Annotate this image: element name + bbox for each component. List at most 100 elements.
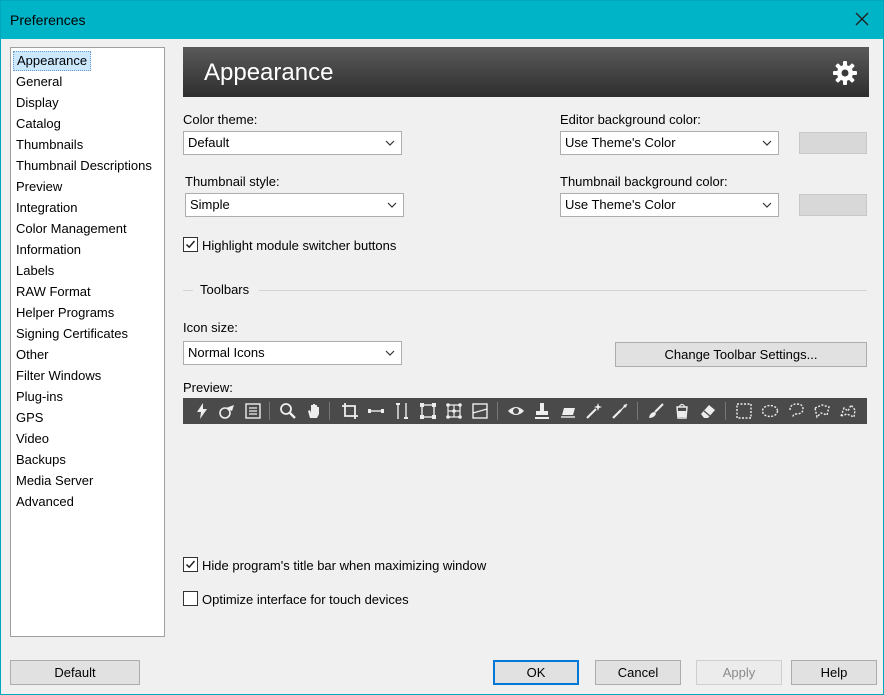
editor-bg-select[interactable]: Use Theme's Color: [560, 131, 779, 155]
close-icon[interactable]: [853, 10, 871, 28]
sidebar-item-color-management[interactable]: Color Management: [13, 219, 130, 239]
hand-icon: [308, 404, 319, 418]
toolbars-section-title: Toolbars: [200, 282, 250, 297]
eye-icon: [508, 407, 524, 415]
sidebar-item-labels[interactable]: Labels: [13, 261, 57, 281]
ok-button[interactable]: OK: [493, 660, 579, 685]
chevron-down-icon: [762, 202, 772, 208]
sidebar-item-media-server[interactable]: Media Server: [13, 471, 96, 491]
sidebar-item-thumbnails[interactable]: Thumbnails: [13, 135, 86, 155]
sidebar-item-filter-windows[interactable]: Filter Windows: [13, 366, 104, 386]
section-header: Appearance: [183, 47, 869, 97]
highlight-label: Highlight module switcher buttons: [202, 238, 397, 253]
sidebar-item-other[interactable]: Other: [13, 345, 52, 365]
sidebar-item-appearance[interactable]: Appearance: [13, 51, 92, 71]
hide-titlebar-label: Hide program's title bar when maximizing…: [202, 558, 487, 573]
sidebar-item-general[interactable]: General: [13, 72, 65, 92]
section-divider: [259, 290, 867, 291]
chevron-down-icon: [762, 140, 772, 146]
sidebar-item-gps[interactable]: GPS: [13, 408, 46, 428]
thumb-style-value: Simple: [190, 197, 230, 212]
icon-size-select[interactable]: Normal Icons: [183, 341, 402, 365]
zoom-icon: [280, 403, 296, 419]
grid-icon: [245, 403, 261, 419]
magnetic-lasso-icon: [839, 403, 856, 419]
stamp-icon: [219, 405, 234, 419]
icon-size-label: Icon size:: [183, 320, 238, 335]
chevron-down-icon: [385, 140, 395, 146]
thumb-style-label: Thumbnail style:: [185, 174, 280, 189]
gradient-icon: [472, 403, 488, 419]
sidebar-item-thumbnail-descriptions[interactable]: Thumbnail Descriptions: [13, 156, 155, 176]
straighten-icon: [368, 409, 384, 413]
color-theme-value: Default: [188, 135, 230, 150]
eraser-bar-icon: [561, 408, 575, 418]
thumb-bg-color-swatch[interactable]: [799, 194, 867, 216]
sidebar-item-display[interactable]: Display: [13, 93, 62, 113]
window-title: Preferences: [10, 12, 86, 28]
brush-icon: [649, 403, 664, 418]
sidebar-item-catalog[interactable]: Catalog: [13, 114, 64, 134]
editor-bg-label: Editor background color:: [560, 112, 701, 127]
bucket-icon: [676, 403, 688, 419]
rect-transform-icon: [420, 403, 436, 419]
color-theme-select[interactable]: Default: [183, 131, 402, 155]
touch-devices-checkbox[interactable]: [183, 591, 198, 606]
change-toolbar-settings-button[interactable]: Change Toolbar Settings...: [615, 342, 867, 367]
lightning-icon: [197, 403, 207, 419]
apply-button[interactable]: Apply: [696, 660, 782, 685]
sidebar-item-advanced[interactable]: Advanced: [13, 492, 77, 512]
preview-label: Preview:: [183, 380, 233, 395]
thumb-bg-value: Use Theme's Color: [565, 197, 676, 212]
eraser-icon: [701, 405, 715, 418]
touch-devices-label: Optimize interface for touch devices: [202, 592, 409, 607]
toolbar-preview: [183, 398, 867, 424]
toolbar-separator: [725, 402, 726, 420]
sidebar-item-plug-ins[interactable]: Plug-ins: [13, 387, 66, 407]
checkmark-icon: [185, 560, 196, 569]
default-button[interactable]: Default: [10, 660, 140, 685]
category-list[interactable]: Appearance General Display Catalog Thumbnail…: [10, 47, 165, 637]
sidebar-item-signing-certificates[interactable]: Signing Certificates: [13, 324, 131, 344]
rect-select-icon: [736, 403, 752, 419]
icon-size-value: Normal Icons: [188, 345, 265, 360]
thumb-bg-label: Thumbnail background color:: [560, 174, 728, 189]
vertical-icon: [396, 403, 408, 419]
brush-spot-icon: [612, 403, 628, 419]
ellipse-select-icon: [761, 404, 779, 418]
sidebar-item-information[interactable]: Information: [13, 240, 84, 260]
sidebar-item-raw-format[interactable]: RAW Format: [13, 282, 94, 302]
chevron-down-icon: [387, 202, 397, 208]
sidebar-item-preview[interactable]: Preview: [13, 177, 65, 197]
highlight-checkbox[interactable]: [183, 237, 198, 252]
chevron-down-icon: [385, 350, 395, 356]
magic-wand-icon: [586, 403, 602, 419]
help-button[interactable]: Help: [791, 660, 877, 685]
cancel-button[interactable]: Cancel: [595, 660, 681, 685]
section-divider: [183, 290, 193, 291]
checkmark-icon: [185, 240, 196, 249]
toolbar-separator: [269, 402, 270, 420]
crop-icon: [342, 403, 358, 419]
section-title: Appearance: [204, 59, 334, 86]
editor-bg-color-swatch[interactable]: [799, 132, 867, 154]
thumb-style-select[interactable]: Simple: [185, 193, 404, 217]
clone-stamp-icon: [535, 403, 549, 419]
poly-lasso-icon: [814, 404, 830, 419]
editor-bg-value: Use Theme's Color: [565, 135, 676, 150]
preferences-window: Preferences Appearance General Display Cata…: [0, 0, 884, 695]
toolbar-separator: [329, 402, 330, 420]
sidebar-item-backups[interactable]: Backups: [13, 450, 69, 470]
toolbar-separator: [497, 402, 498, 420]
hide-titlebar-checkbox[interactable]: [183, 557, 198, 572]
thumb-bg-select[interactable]: Use Theme's Color: [560, 193, 779, 217]
sidebar-item-helper-programs[interactable]: Helper Programs: [13, 303, 117, 323]
color-theme-label: Color theme:: [183, 112, 258, 127]
grid-transform-icon: [446, 403, 462, 419]
title-bar[interactable]: Preferences: [1, 1, 883, 39]
sidebar-item-video[interactable]: Video: [13, 429, 52, 449]
lasso-icon: [789, 403, 804, 418]
toolbar-separator: [637, 402, 638, 420]
sidebar-item-integration[interactable]: Integration: [13, 198, 80, 218]
gear-icon[interactable]: [831, 59, 859, 87]
